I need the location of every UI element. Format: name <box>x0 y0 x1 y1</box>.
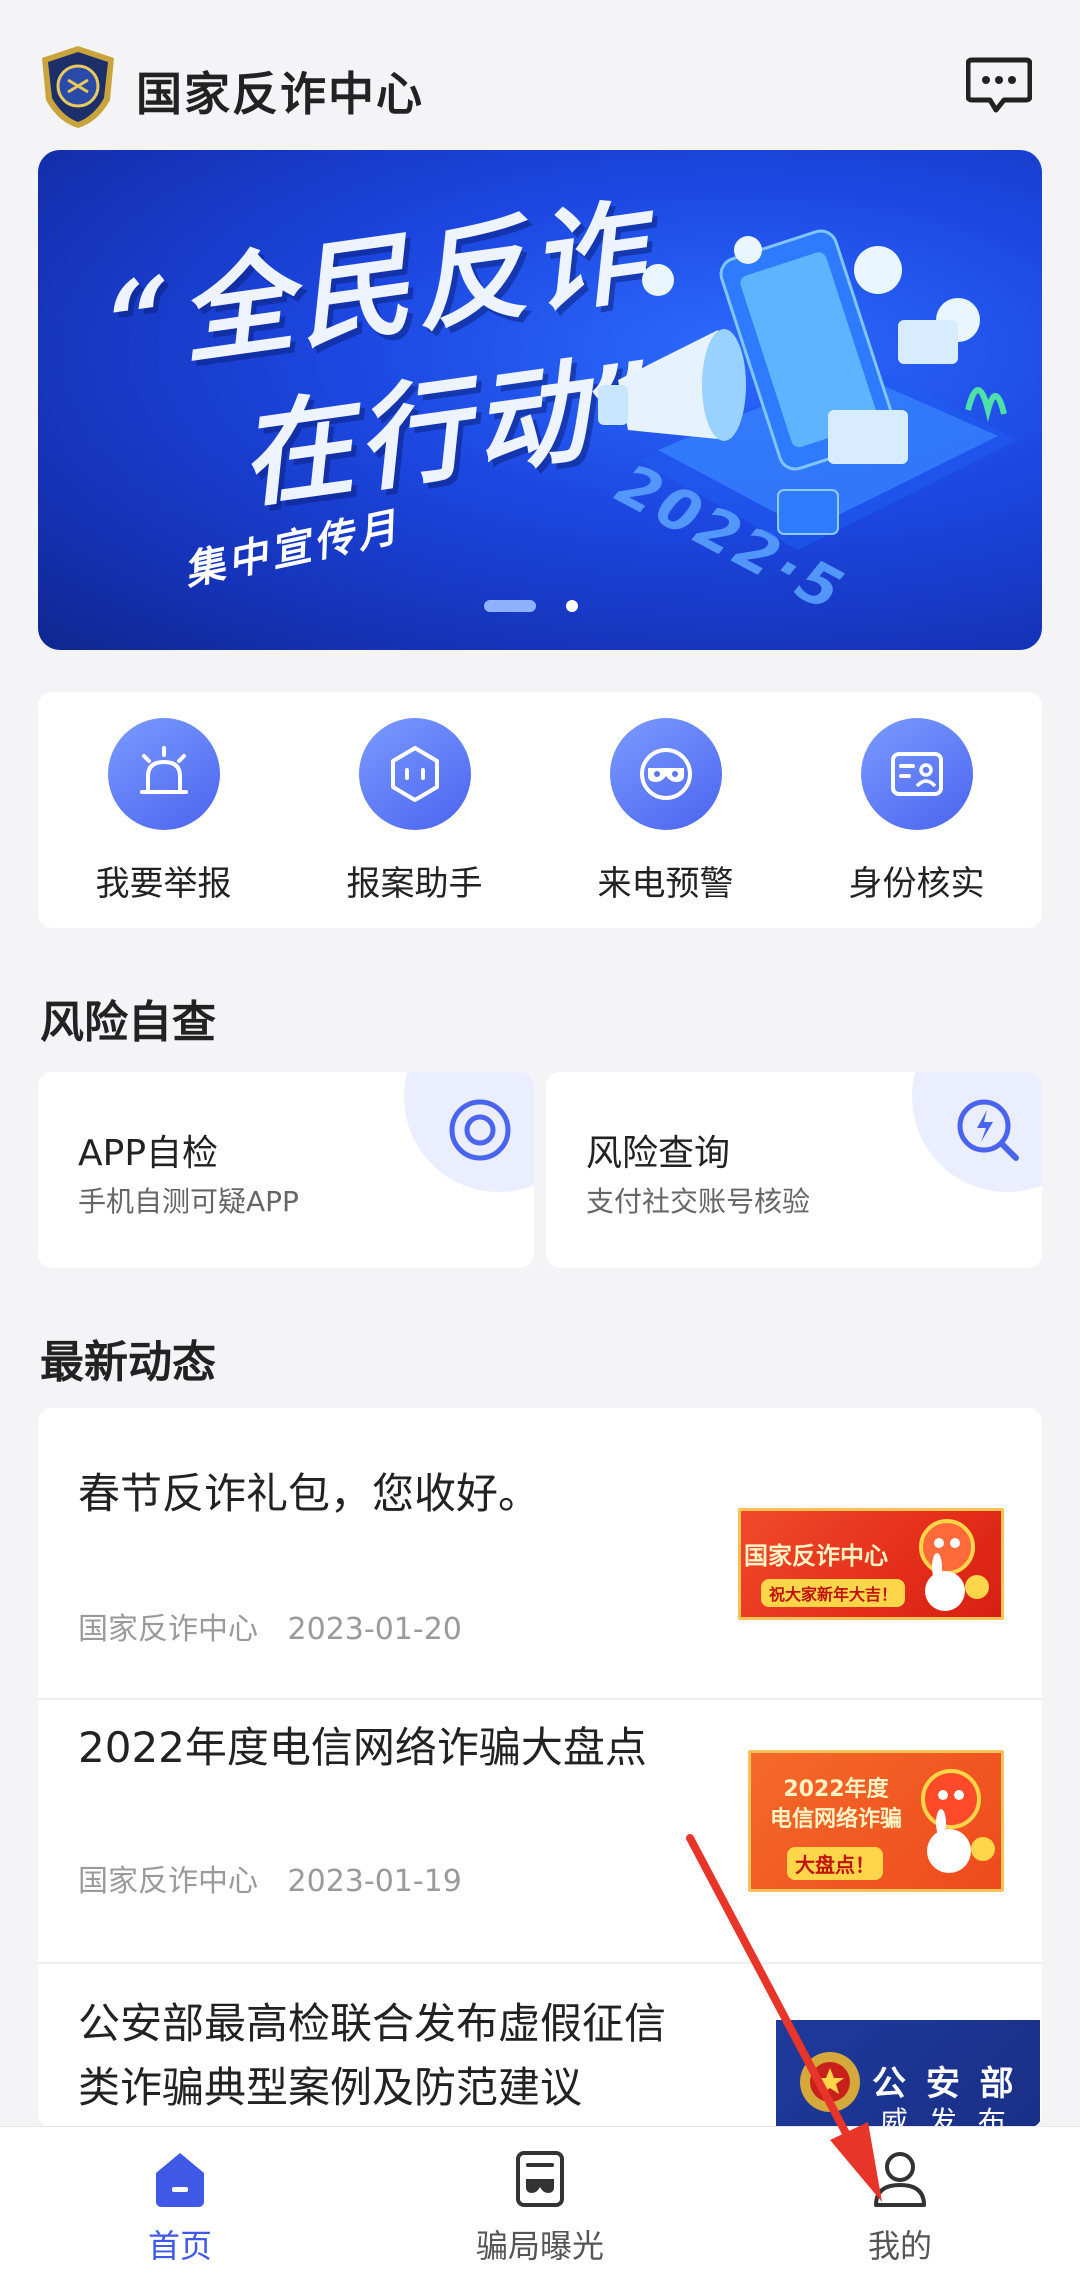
action-call-warning[interactable]: 来电预警 <box>540 692 791 928</box>
carousel-dot-active[interactable] <box>484 600 536 612</box>
home-icon <box>156 2153 204 2207</box>
risk-card-risk-query[interactable]: 风险查询 支付社交账号核验 <box>546 1072 1042 1268</box>
section-title-risk: 风险自查 <box>40 997 216 1048</box>
header: 国家反诈中心 <box>0 0 1080 150</box>
quick-actions-panel: 我要举报 报案助手 来电预警 身份核实 <box>38 692 1042 928</box>
nav-label: 我的 <box>867 2227 932 2265</box>
nav-tab-mine[interactable]: 我的 <box>720 2127 1080 2278</box>
news-title-line2: 类诈骗典型案例及防范建议 <box>78 2063 583 2112</box>
nav-label: 骗局曝光 <box>475 2227 604 2265</box>
action-label: 报案助手 <box>346 864 483 904</box>
promo-banner[interactable]: “全民反诈 在行动” 集中宣传月 2022·5 <box>38 150 1042 650</box>
lion-dance-rabbit-icon <box>919 1519 989 1611</box>
nav-label: 首页 <box>147 2227 212 2265</box>
thumb-caption: 公 安 部 <box>872 2064 1018 2104</box>
news-meta: 国家反诈中心 2023-01-19 <box>78 1856 482 1900</box>
action-id-verify[interactable]: 身份核实 <box>791 692 1042 928</box>
nav-tab-scam-exposure[interactable]: 骗局曝光 <box>360 2127 720 2278</box>
risk-card-app-check[interactable]: APP自检 手机自测可疑APP <box>38 1072 534 1268</box>
action-label: 来电预警 <box>597 864 734 904</box>
hexagon-face-icon <box>359 718 471 830</box>
carousel-indicators[interactable] <box>38 598 1042 614</box>
bottom-nav: 首页 骗局曝光 我的 <box>0 2126 1080 2278</box>
lion-dance-rabbit-icon <box>921 1769 995 1873</box>
user-profile-icon <box>874 2152 926 2207</box>
police-badge-icon <box>42 46 114 128</box>
action-case-helper[interactable]: 报案助手 <box>289 692 540 928</box>
news-date: 2023-01-19 <box>287 1864 462 1899</box>
news-thumbnail: 公 安 部 威 发 布 <box>776 2020 1040 2128</box>
thumb-tag: 大盘点！ <box>787 1847 883 1880</box>
action-label: 身份核实 <box>848 864 985 904</box>
news-date: 2023-01-20 <box>287 1612 462 1647</box>
alarm-light-icon <box>108 718 220 830</box>
scan-shield-icon <box>449 1099 511 1161</box>
police-emblem-icon <box>800 2052 860 2112</box>
news-item[interactable]: 春节反诈礼包，您收好。 国家反诈中心 2023-01-20 国家反诈中心 祝大家… <box>38 1408 1042 1700</box>
nav-tab-home[interactable]: 首页 <box>0 2127 360 2278</box>
risk-card-subtitle: 支付社交账号核验 <box>586 1185 811 1218</box>
thumb-tag: 祝大家新年大吉！ <box>761 1579 906 1607</box>
news-thumbnail: 国家反诈中心 祝大家新年大吉！ <box>738 1508 1004 1620</box>
news-item[interactable]: 2022年度电信网络诈骗大盘点 国家反诈中心 2023-01-19 2022年度… <box>38 1700 1042 1964</box>
news-title: 2022年度电信网络诈骗大盘点 <box>78 1723 647 1772</box>
message-bubble-icon[interactable] <box>966 54 1032 114</box>
action-report[interactable]: 我要举报 <box>38 692 289 928</box>
risk-card-title: 风险查询 <box>586 1133 731 1174</box>
news-title: 春节反诈礼包，您收好。 <box>78 1469 541 1518</box>
news-title: 公安部最高检联合发布虚假征信 <box>78 1999 667 2048</box>
app-title: 国家反诈中心 <box>136 67 424 121</box>
section-title-news: 最新动态 <box>40 1337 216 1388</box>
mask-icon <box>610 718 722 830</box>
carousel-dot[interactable] <box>566 600 578 612</box>
news-meta: 国家反诈中心 2023-01-20 <box>78 1604 482 1648</box>
news-list: 春节反诈礼包，您收好。 国家反诈中心 2023-01-20 国家反诈中心 祝大家… <box>38 1408 1042 2128</box>
thumb-caption: 2022年度 电信网络诈骗 <box>769 1777 902 1832</box>
megaphone-phone-illustration <box>598 229 1018 550</box>
news-source: 国家反诈中心 <box>78 1612 258 1647</box>
news-source: 国家反诈中心 <box>78 1864 258 1899</box>
news-thumbnail: 2022年度 电信网络诈骗 大盘点！ <box>748 1750 1004 1892</box>
thumb-subcaption: 威 发 布 <box>880 2105 1012 2128</box>
search-lightning-icon <box>957 1099 1019 1161</box>
risk-card-title: APP自检 <box>78 1133 219 1174</box>
risk-card-subtitle: 手机自测可疑APP <box>78 1185 299 1218</box>
exposure-report-icon <box>516 2151 564 2207</box>
action-label: 我要举报 <box>95 864 232 904</box>
thumb-caption: 国家反诈中心 <box>744 1542 888 1570</box>
id-card-icon <box>861 718 973 830</box>
